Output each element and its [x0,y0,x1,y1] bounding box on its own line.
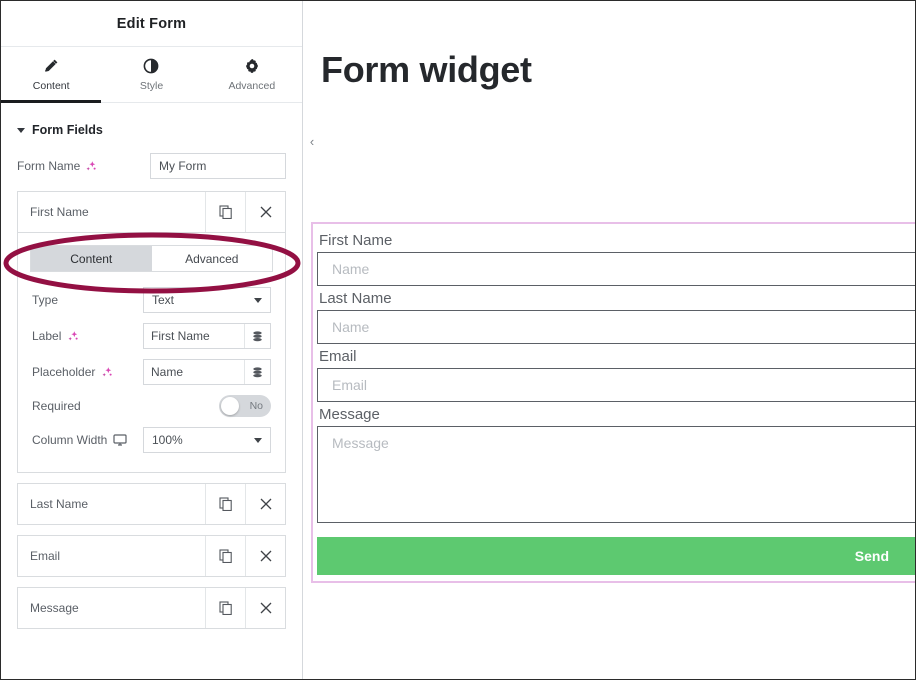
close-icon[interactable] [245,536,285,576]
preview-panel: Form widget ‹ First Name Last Name Email… [303,1,915,679]
field-label-text: Label [32,329,62,343]
section-title: Form Fields [32,123,103,137]
ai-sparkle-icon[interactable] [85,160,98,173]
chevron-down-icon [254,438,262,443]
field-item-label[interactable]: Email [18,536,205,576]
form-name-row: Form Name [1,147,302,185]
field-required-label: Required [32,399,81,413]
form-name-input[interactable] [150,153,286,179]
field-column-width-field: 100% [143,427,271,453]
chevron-left-icon: ‹ [309,134,315,149]
close-icon[interactable] [245,484,285,524]
duplicate-icon[interactable] [205,484,245,524]
tab-advanced[interactable]: Advanced [202,47,302,102]
field-item-label[interactable]: Last Name [18,484,205,524]
field-type-label: Type [32,293,59,307]
section-form-fields[interactable]: Form Fields [1,103,302,147]
field-placeholder-input[interactable] [144,360,244,384]
field-type-select[interactable]: Text [143,287,271,313]
field-item-first-name[interactable]: First Name [17,191,286,233]
close-icon[interactable] [245,192,285,232]
subtab-content[interactable]: Content [31,246,152,271]
app-root: Edit Form Content Style Advanced Form Fi… [0,0,916,680]
field-placeholder-row: Placeholder [28,354,275,390]
ai-sparkle-icon[interactable] [101,366,114,379]
tab-style-label: Style [139,80,164,92]
page-title: Edit Form [116,15,187,32]
preview-page-title: Form widget [321,49,532,90]
column-width-text: Column Width [32,433,108,447]
preview-field-last-name: Last Name [317,288,915,344]
required-toggle-value: No [249,400,263,412]
duplicate-icon[interactable] [205,192,245,232]
duplicate-icon[interactable] [205,536,245,576]
field-label-input-group [143,323,271,349]
field-placeholder-input-group [143,359,271,385]
field-type-row: Type Text [28,282,275,318]
form-widget-preview[interactable]: First Name Last Name Email Message Send [311,222,915,583]
tab-advanced-label: Advanced [228,80,276,92]
preview-last-name-input[interactable] [317,310,915,344]
close-icon[interactable] [245,588,285,628]
pencil-icon [43,57,59,74]
monitor-icon[interactable] [113,433,127,447]
field-label-label: Label [32,329,143,343]
field-type-field: Text [143,287,271,313]
field-column-width-label: Column Width [32,433,143,447]
panel-header: Edit Form [1,1,302,47]
preview-field-label: Message [319,406,380,423]
form-name-label-text: Form Name [17,159,81,173]
tab-content[interactable]: Content [1,47,102,103]
field-label-field [143,323,271,349]
tab-content-label: Content [32,80,70,92]
chevron-down-icon [254,298,262,303]
field-required-row: Required No [28,390,275,422]
preview-field-label: Last Name [319,290,392,307]
preview-email-input[interactable] [317,368,915,402]
field-item-email[interactable]: Email [17,535,286,577]
editor-tabs: Content Style Advanced [1,47,302,103]
send-button[interactable]: Send [317,537,915,575]
ai-sparkle-icon[interactable] [67,330,80,343]
preview-field-message: Message [317,404,915,528]
duplicate-icon[interactable] [205,588,245,628]
preview-message-textarea[interactable] [317,426,915,523]
column-width-select[interactable]: 100% [143,427,271,453]
toggle-knob [221,397,239,415]
dynamic-tag-icon[interactable] [244,360,270,384]
field-item-message[interactable]: Message [17,587,286,629]
preview-field-label: Email [319,348,357,365]
preview-field-email: Email [317,346,915,402]
dynamic-tag-icon[interactable] [244,324,270,348]
field-placeholder-label: Placeholder [32,365,143,379]
field-subtabs: Content Advanced [30,245,273,272]
column-width-value: 100% [152,433,183,447]
field-placeholder-field [143,359,271,385]
edit-form-panel: Edit Form Content Style Advanced Form Fi… [1,1,303,679]
form-fields-list: First Name Content Advanced Type Text La… [1,185,302,629]
panel-collapse-handle[interactable]: ‹ [303,114,321,169]
tab-style[interactable]: Style [101,47,201,102]
field-item-label[interactable]: First Name [18,192,205,232]
field-item-label[interactable]: Message [18,588,205,628]
field-type-value: Text [152,293,175,307]
field-column-width-row: Column Width 100% [28,422,275,458]
field-placeholder-text: Placeholder [32,365,96,379]
field-required-field: No [143,395,271,417]
contrast-icon [143,57,159,74]
subtab-advanced[interactable]: Advanced [151,246,272,271]
preview-first-name-input[interactable] [317,252,915,286]
preview-field-first-name: First Name [317,230,915,286]
required-toggle[interactable]: No [219,395,271,417]
field-settings-panel: Content Advanced Type Text Label First N… [17,233,286,473]
chevron-down-icon [17,127,25,133]
form-name-label: Form Name [17,159,150,173]
form-name-field [150,153,286,179]
field-label-row: Label [28,318,275,354]
preview-field-label: First Name [319,232,393,249]
field-item-last-name[interactable]: Last Name [17,483,286,525]
gear-icon [244,57,260,74]
field-label-input[interactable] [144,324,244,348]
